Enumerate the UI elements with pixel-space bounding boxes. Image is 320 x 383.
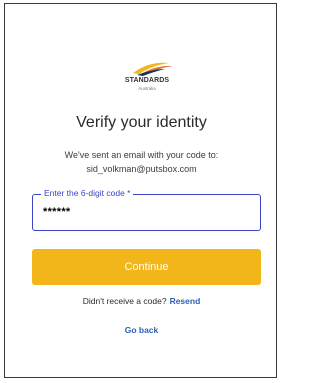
standards-australia-logo: STANDARDS Australia (103, 57, 191, 99)
instruction-text: We've sent an email with your code to: (64, 150, 219, 160)
code-input[interactable]: Enter the 6-digit code * ****** (32, 188, 261, 231)
email-address: sid_volkman@putsbox.com (86, 164, 197, 174)
go-back-link[interactable]: Go back (5, 325, 278, 335)
logo-subtitle: Australia (138, 86, 156, 91)
continue-button[interactable]: Continue (32, 249, 261, 285)
resend-prompt: Didn't receive a code? (82, 296, 167, 306)
page-title: Verify your identity (76, 114, 207, 131)
logo-swoosh-icon (133, 62, 173, 76)
resend-row: Didn't receive a code? Resend (5, 296, 278, 306)
resend-link[interactable]: Resend (170, 296, 201, 306)
logo-name: STANDARDS (124, 77, 170, 84)
login-card: STANDARDS Australia Verify your identity… (4, 3, 277, 378)
code-input-label: Enter the 6-digit code * (41, 188, 134, 198)
code-input-value[interactable]: ****** (43, 206, 71, 218)
